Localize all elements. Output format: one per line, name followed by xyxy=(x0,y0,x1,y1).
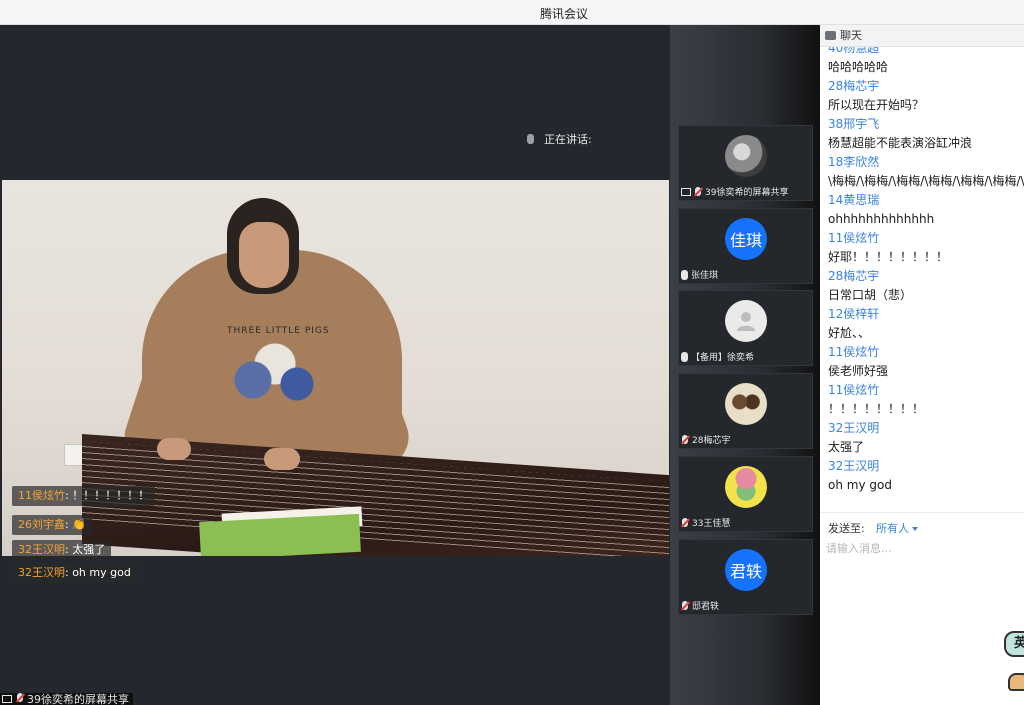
message-text: ！！！！！！！！ xyxy=(828,402,925,416)
participant-tile[interactable]: 33王佳慧 xyxy=(678,456,813,532)
message-text: 侯老师好强 xyxy=(828,364,889,378)
participant-label: 邸君轶 xyxy=(681,599,719,612)
danmaku-text: ！！！！！！！ xyxy=(72,489,150,502)
danmaku-text: oh my god xyxy=(72,566,131,579)
participant-tile[interactable]: 28梅芯宇 xyxy=(678,373,813,449)
message-sender: 32王汉明 xyxy=(828,421,880,435)
message-sender: 14黄思瑞 xyxy=(828,193,880,207)
message-sender: 38邢宇飞 xyxy=(828,117,880,131)
danmaku-comment: 26刘宇鑫: 👏 xyxy=(12,515,92,535)
send-to-label: 发送至: xyxy=(828,522,865,535)
message-input[interactable] xyxy=(826,539,1016,557)
microphone-icon xyxy=(681,351,688,362)
screen-share-owner: 39徐奕希的屏幕共享 xyxy=(27,693,129,705)
recipient-value: 所有人 xyxy=(876,522,909,535)
screen-share-icon xyxy=(681,187,691,196)
participant-list: 39徐奕希的屏幕共享 佳琪 张佳琪 【备用】徐奕希 28梅芯宇 33王佳慧 君轶… xyxy=(670,25,820,705)
moon-avatar xyxy=(725,135,767,177)
default-user-icon xyxy=(725,300,767,342)
cartoon-avatar xyxy=(725,466,767,508)
music-book xyxy=(199,513,361,556)
speaking-indicator: 正在讲话: xyxy=(527,131,592,147)
participant-name: 28梅芯宇 xyxy=(692,436,731,446)
participant-label: 张佳琪 xyxy=(681,268,718,281)
mic-muted-icon xyxy=(681,600,689,611)
message-text: 好耶！！！！！！！！ xyxy=(828,250,949,264)
message-sender: 11侯炫竹 xyxy=(828,231,880,245)
danmaku-comment: 11侯炫竹: ！！！！！！！ xyxy=(12,486,156,506)
participant-name: 【备用】徐奕希 xyxy=(691,353,755,363)
message-sender: 11侯炫竹 xyxy=(828,345,880,359)
speaking-label: 正在讲话: xyxy=(544,133,592,146)
mic-muted-icon xyxy=(681,517,689,528)
message-text: 杨慧超能不能表演浴缸冲浪 xyxy=(828,136,973,150)
shirt-print-text: THREE LITTLE PIGS xyxy=(227,326,330,336)
mic-muted-icon xyxy=(16,693,24,703)
right-hand xyxy=(264,448,300,470)
message-sender: 12侯梓轩 xyxy=(828,307,880,321)
participant-name: 邸君轶 xyxy=(692,602,720,612)
danmaku-comment: 32王汉明: 太强了 xyxy=(12,540,112,560)
message-sender: 32王汉明 xyxy=(828,459,880,473)
participant-tile[interactable]: 君轶 邸君轶 xyxy=(678,539,813,615)
avatar: 佳琪 xyxy=(725,218,767,260)
danmaku-name: 11侯炫竹 xyxy=(18,489,65,502)
message-sender: 40杨慧超 xyxy=(828,47,880,55)
screen-share-icon xyxy=(2,695,12,703)
sticker-cake-icon xyxy=(1008,673,1024,691)
screen-share-label: 39徐奕希的屏幕共享 xyxy=(0,693,133,705)
title-bar: 腾讯会议 xyxy=(0,0,1024,25)
chat-bubble-icon xyxy=(825,31,836,40)
mic-muted-icon xyxy=(681,434,689,445)
chat-title: 聊天 xyxy=(840,29,862,42)
participant-label: 28梅芯宇 xyxy=(681,433,730,446)
message-text: 哈哈哈哈哈 xyxy=(828,60,889,74)
shirt-print-graphic xyxy=(220,340,330,420)
recipient-dropdown[interactable]: 所有人 xyxy=(876,520,918,536)
chat-message-list[interactable]: 40杨慧超 哈哈哈哈哈 28梅芯宇 所以现在开始吗？ 38邢宇飞 杨慧超能不能表… xyxy=(820,47,1024,512)
caret-down-icon xyxy=(912,527,918,531)
mic-muted-icon xyxy=(694,186,702,197)
microphone-icon xyxy=(527,134,534,144)
danmaku-name: 32王汉明 xyxy=(18,543,65,556)
message-text: \梅梅/\梅梅/\梅梅/\梅梅/\梅梅/\梅梅/\梅梅/ xyxy=(828,174,1024,188)
participant-label: 39徐奕希的屏幕共享 xyxy=(681,185,788,198)
participant-tile[interactable]: 【备用】徐奕希 xyxy=(678,290,813,366)
chat-header: 聊天 xyxy=(820,25,1024,47)
message-text: 所以现在开始吗？ xyxy=(828,98,925,112)
message-sender: 18李欣然 xyxy=(828,155,880,169)
danmaku-comment: 32王汉明: oh my god xyxy=(12,563,137,583)
person-silhouette-icon xyxy=(737,312,755,331)
participant-name: 39徐奕希的屏幕共享 xyxy=(705,188,789,198)
participant-tile[interactable]: 佳琪 张佳琪 xyxy=(678,208,813,284)
main-video-stage: 正在讲话: THREE LITTLE PIGS 11侯炫竹: ！！！！！！！ 2… xyxy=(0,25,670,705)
message-text: 好尬、、 xyxy=(828,326,871,340)
message-sender: 28梅芯宇 xyxy=(828,269,880,283)
window-title: 腾讯会议 xyxy=(539,7,588,21)
cartoon-avatar xyxy=(725,383,767,425)
microphone-icon xyxy=(681,269,688,280)
danmaku-name: 32王汉明 xyxy=(18,566,65,579)
participant-label: 33王佳慧 xyxy=(681,516,730,529)
danmaku-name: 26刘宇鑫 xyxy=(18,518,65,531)
participant-label: 【备用】徐奕希 xyxy=(681,350,754,363)
message-text: ohhhhhhhhhhhhh xyxy=(828,212,935,226)
message-text: 太强了 xyxy=(828,440,865,454)
danmaku-text: 太强了 xyxy=(72,543,106,556)
message-sender: 11侯炫竹 xyxy=(828,383,880,397)
participant-name: 33王佳慧 xyxy=(692,519,731,529)
avatar: 君轶 xyxy=(725,549,767,591)
message-text: 日常口胡（悲） xyxy=(828,288,913,302)
participant-tile[interactable]: 39徐奕希的屏幕共享 xyxy=(678,125,813,201)
chat-send-area: 发送至: 所有人 英 xyxy=(820,512,1024,705)
performer-face xyxy=(239,222,289,288)
left-hand xyxy=(157,438,191,460)
chat-panel: 聊天 40杨慧超 哈哈哈哈哈 28梅芯宇 所以现在开始吗？ 38邢宇飞 杨慧超能… xyxy=(820,25,1024,705)
sticker-decoration: 英 xyxy=(1004,631,1024,657)
message-text: oh my god xyxy=(828,478,892,492)
participant-name: 张佳琪 xyxy=(691,271,719,281)
clap-emoji: 👏 xyxy=(72,518,86,531)
message-sender: 28梅芯宇 xyxy=(828,79,880,93)
